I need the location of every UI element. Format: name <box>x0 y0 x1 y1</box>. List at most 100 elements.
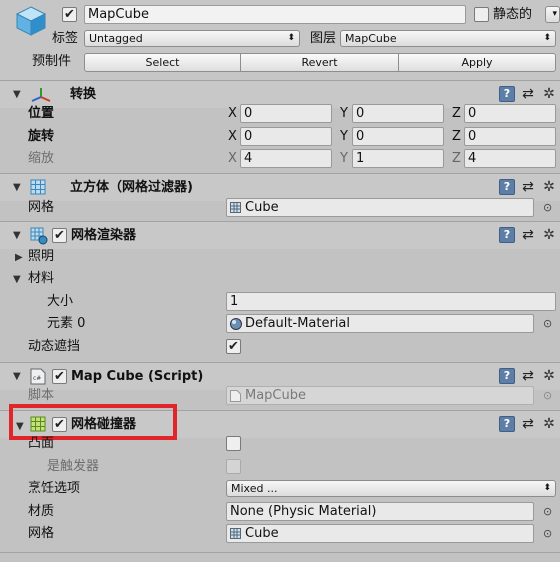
prefab-select-button[interactable]: Select <box>84 53 241 72</box>
rotation-z-input[interactable]: 0 <box>464 127 556 146</box>
prefab-revert-button[interactable]: Revert <box>240 53 399 72</box>
foldout-arrow-icon[interactable]: ▼ <box>13 182 21 193</box>
object-picker-icon[interactable]: ⊙ <box>543 201 552 214</box>
gear-icon[interactable]: ✲ <box>541 368 557 384</box>
foldout-arrow-icon[interactable]: ▼ <box>13 89 21 100</box>
help-icon[interactable]: ? <box>499 86 515 102</box>
mesh-renderer-title: 网格渲染器 <box>71 228 137 243</box>
object-picker-icon[interactable]: ⊙ <box>543 505 552 518</box>
transform-title: 转换 <box>70 87 97 102</box>
preset-icon[interactable]: ⇄ <box>520 227 536 243</box>
foldout-right-icon[interactable]: ▶ <box>15 252 23 263</box>
mesh-field[interactable]: Cube <box>226 198 534 217</box>
rotation-label: 旋转 <box>28 129 55 144</box>
cube-icon <box>15 6 47 36</box>
rotation-y-axis: Y <box>340 129 348 144</box>
material-sphere-icon <box>230 318 242 330</box>
element-field[interactable]: Default-Material <box>226 314 534 333</box>
cooking-options-value: Mixed ... <box>231 482 278 495</box>
preset-icon[interactable]: ⇄ <box>520 179 536 195</box>
gear-icon[interactable]: ✲ <box>541 179 557 195</box>
script-enabled-checkbox[interactable]: ✔ <box>52 369 67 384</box>
dropdown-arrow-icon: ⬍ <box>543 33 551 43</box>
help-icon[interactable]: ? <box>499 179 515 195</box>
layer-value: MapCube <box>345 32 397 45</box>
mesh-value: Cube <box>245 200 279 215</box>
foldout-arrow-icon[interactable]: ▼ <box>13 274 21 285</box>
dropdown-arrow-icon: ⬍ <box>287 33 295 43</box>
scale-z-axis: Z <box>452 151 461 166</box>
preset-icon[interactable]: ⇄ <box>520 416 536 432</box>
material-label: 材质 <box>28 504 55 519</box>
convex-checkbox[interactable] <box>226 436 241 451</box>
dropdown-arrow-icon: ⬍ <box>543 483 551 493</box>
help-icon[interactable]: ? <box>499 416 515 432</box>
mesh-renderer-icon <box>30 227 48 245</box>
rotation-y-input[interactable]: 0 <box>352 127 444 146</box>
help-icon[interactable]: ? <box>499 368 515 384</box>
trigger-label: 是触发器 <box>47 459 100 474</box>
position-y-axis: Y <box>340 106 348 121</box>
object-picker-icon[interactable]: ⊙ <box>543 317 552 330</box>
position-x-axis: X <box>228 106 237 121</box>
prefab-label: 预制件 <box>32 54 72 69</box>
element-value: Default-Material <box>245 316 351 331</box>
convex-label: 凸面 <box>28 436 55 451</box>
prefab-apply-button[interactable]: Apply <box>398 53 556 72</box>
mesh-renderer-header[interactable]: ▼ ✔ 网格渲染器 ? ⇄ ✲ <box>0 221 560 249</box>
gear-icon[interactable]: ✲ <box>541 227 557 243</box>
gear-icon[interactable]: ✲ <box>541 416 557 432</box>
position-z-input[interactable]: 0 <box>464 104 556 123</box>
foldout-arrow-icon[interactable]: ▼ <box>13 230 21 241</box>
help-icon[interactable]: ? <box>499 227 515 243</box>
bottom-divider <box>0 552 560 553</box>
collider-mesh-value: Cube <box>245 526 279 541</box>
lighting-label[interactable]: 照明 <box>28 249 54 265</box>
preset-icon[interactable]: ⇄ <box>520 368 536 384</box>
static-dropdown[interactable]: ▾ <box>545 6 560 23</box>
object-name-input[interactable]: MapCube <box>84 5 466 24</box>
collider-mesh-field[interactable]: Cube <box>226 524 534 543</box>
script-title: Map Cube (Script) <box>71 369 204 384</box>
layer-dropdown[interactable]: MapCube ⬍ <box>340 30 556 47</box>
gear-icon[interactable]: ✲ <box>541 86 557 102</box>
preset-icon[interactable]: ⇄ <box>520 86 536 102</box>
svg-text:c#: c# <box>33 375 41 382</box>
position-label: 位置 <box>28 106 55 121</box>
mesh-label: 网格 <box>28 200 55 215</box>
mesh-renderer-enabled-checkbox[interactable]: ✔ <box>52 228 67 243</box>
dynamic-occlusion-checkbox[interactable]: ✔ <box>226 339 241 354</box>
scale-y-input[interactable]: 1 <box>352 149 444 168</box>
script-icon: c# <box>30 368 46 385</box>
mesh-filter-icon <box>30 179 46 195</box>
collider-mesh-label: 网格 <box>28 526 55 541</box>
mesh-filter-header[interactable]: ▼ 立方体（网格过滤器) ? ⇄ ✲ <box>0 173 560 201</box>
tag-dropdown[interactable]: Untagged ⬍ <box>84 30 300 47</box>
object-picker-icon[interactable]: ⊙ <box>543 527 552 540</box>
cooking-options-label: 烹饪选项 <box>28 481 81 496</box>
scale-z-input[interactable]: 4 <box>464 149 556 168</box>
element-label: 元素 0 <box>47 316 86 331</box>
scale-x-input[interactable]: 4 <box>240 149 332 168</box>
mesh-icon <box>230 528 241 539</box>
chevron-down-icon: ▾ <box>552 9 557 19</box>
active-checkbox[interactable]: ✔ <box>62 7 77 22</box>
tag-label: 标签 <box>52 31 79 46</box>
rotation-x-input[interactable]: 0 <box>240 127 332 146</box>
inspector-header: ✔ MapCube 静态的 ▾ 标签 Untagged ⬍ 图层 MapCube… <box>0 0 560 80</box>
foldout-arrow-icon[interactable]: ▼ <box>13 371 21 382</box>
highlight-box <box>9 404 177 440</box>
dynamic-occlusion-label: 动态遮挡 <box>28 339 81 354</box>
scale-x-axis: X <box>228 151 237 166</box>
trigger-checkbox <box>226 459 241 474</box>
cooking-options-dropdown[interactable]: Mixed ... ⬍ <box>226 480 556 497</box>
physic-material-field[interactable]: None (Physic Material) <box>226 502 534 521</box>
position-x-input[interactable]: 0 <box>240 104 332 123</box>
size-input[interactable]: 1 <box>226 292 556 311</box>
materials-label[interactable]: 材料 <box>28 271 54 287</box>
rotation-x-axis: X <box>228 129 237 144</box>
static-checkbox[interactable] <box>474 7 489 22</box>
transform-icon <box>31 88 51 102</box>
position-y-input[interactable]: 0 <box>352 104 444 123</box>
static-label: 静态的 <box>493 7 533 22</box>
